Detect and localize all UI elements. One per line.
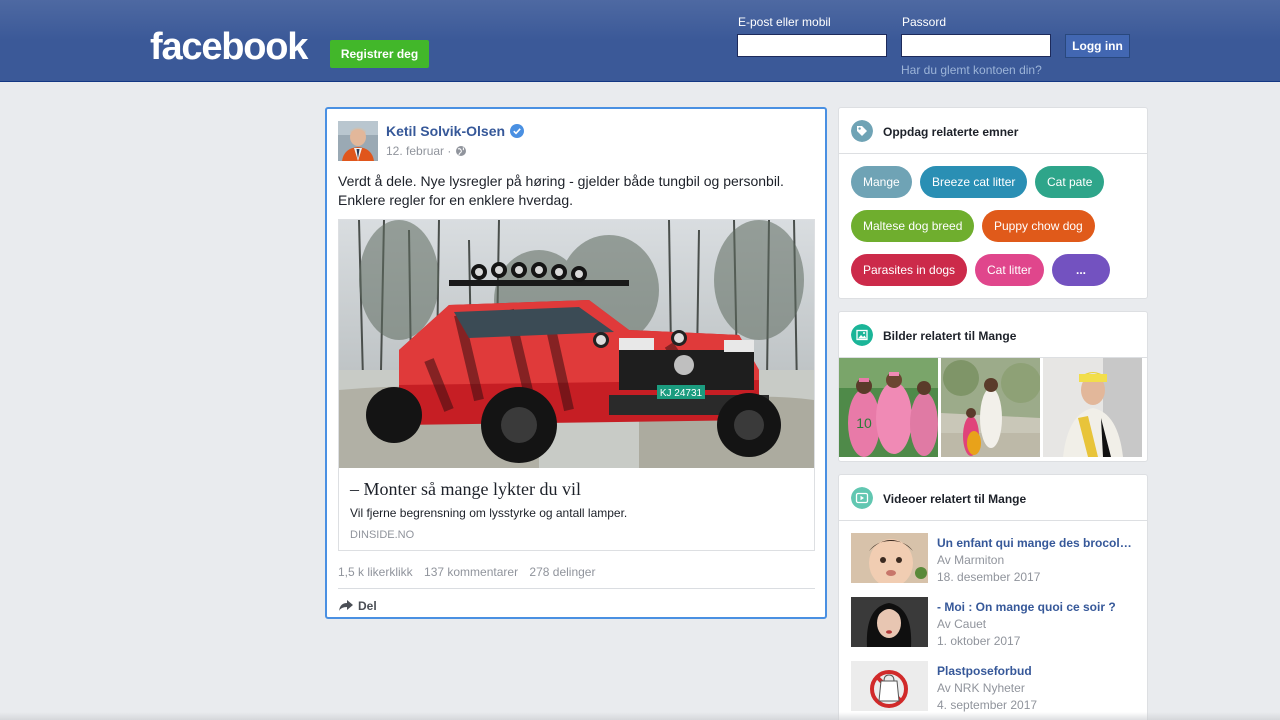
link-domain: DINSIDE.NO — [350, 529, 415, 541]
post-stats: 1,5 k likerklikk 137 kommentarer 278 del… — [338, 565, 603, 579]
shares-count[interactable]: 278 delinger — [529, 565, 595, 579]
facebook-logo[interactable]: facebook — [150, 27, 308, 67]
video-date: 4. september 2017 — [937, 698, 1038, 712]
related-videos-title: Videoer relatert til Mange — [883, 492, 1027, 506]
license-plate: KJ 24731 — [660, 388, 703, 399]
topic-pill[interactable]: Puppy chow dog — [982, 210, 1095, 242]
video-title[interactable]: Plastposeforbud — [937, 664, 1135, 678]
related-image[interactable] — [941, 358, 1040, 457]
share-arrow-icon — [339, 600, 353, 611]
forgot-account-link[interactable]: Har du glemt kontoen din? — [901, 63, 1042, 77]
related-topics-box: Oppdag relaterte emner Mange Breeze cat … — [838, 107, 1148, 299]
video-item[interactable]: Plastposeforbud Av NRK Nyheter 4. septem… — [851, 661, 1136, 713]
video-thumbnail[interactable] — [851, 597, 928, 647]
post-date[interactable]: 12. februar · — [386, 144, 451, 158]
email-input[interactable] — [737, 34, 887, 57]
likes-count[interactable]: 1,5 k likerklikk — [338, 565, 413, 579]
video-icon — [851, 487, 873, 509]
video-date: 1. oktober 2017 — [937, 634, 1021, 648]
topic-pill[interactable]: Cat pate — [1035, 166, 1105, 198]
related-videos-header: Videoer relatert til Mange — [839, 475, 1147, 521]
topic-pill[interactable]: Cat litter — [975, 254, 1044, 286]
video-source: Av Marmiton — [937, 553, 1005, 567]
related-topics-header: Oppdag relaterte emner — [839, 108, 1147, 154]
related-images-box: Bilder relatert til Mange 10 — [838, 311, 1148, 462]
more-topics-button[interactable]: ... — [1052, 254, 1110, 286]
topic-pill[interactable]: Maltese dog breed — [851, 210, 975, 242]
video-date: 18. desember 2017 — [937, 570, 1041, 584]
topic-pill[interactable]: Parasites in dogs — [851, 254, 968, 286]
related-images-title: Bilder relatert til Mange — [883, 329, 1017, 343]
link-title[interactable]: – Monter så mange lykter du vil — [350, 479, 581, 500]
related-image[interactable]: 10 — [839, 358, 938, 457]
video-title[interactable]: Un enfant qui mange des brocolis ... — [937, 536, 1135, 550]
password-input[interactable] — [901, 34, 1051, 57]
top-bar: facebook Registrer deg E-post eller mobi… — [0, 0, 1280, 82]
topic-pill[interactable]: Mange — [851, 166, 912, 198]
related-videos-box: Videoer relatert til Mange Un enfant qui… — [838, 474, 1148, 720]
topic-pill[interactable]: Breeze cat litter — [920, 166, 1028, 198]
related-images-header: Bilder relatert til Mange — [839, 312, 1147, 358]
image-icon — [851, 324, 873, 346]
post-card: Ketil Solvik-Olsen 12. februar · Verdt å… — [325, 107, 827, 619]
video-title[interactable]: - Moi : On mange quoi ce soir ? — [937, 600, 1135, 614]
link-preview-image[interactable]: KJ 24731 — [339, 220, 814, 468]
register-button[interactable]: Registrer deg — [330, 40, 429, 68]
related-topics-title: Oppdag relaterte emner — [883, 125, 1019, 139]
link-preview[interactable]: KJ 24731 – Monter så mange lykter du vil… — [338, 219, 815, 551]
video-source: Av NRK Nyheter — [937, 681, 1025, 695]
page-bottom-shadow — [0, 712, 1280, 720]
video-thumbnail[interactable] — [851, 533, 928, 583]
password-label: Passord — [902, 15, 947, 29]
video-source: Av Cauet — [937, 617, 987, 631]
author-avatar[interactable] — [338, 121, 378, 161]
link-description: Vil fjerne begrensning om lysstyrke og a… — [350, 506, 628, 520]
globe-icon — [456, 146, 466, 156]
email-label: E-post eller mobil — [738, 15, 831, 29]
divider — [338, 588, 815, 589]
login-button[interactable]: Logg inn — [1065, 34, 1130, 58]
comments-count[interactable]: 137 kommentarer — [424, 565, 518, 579]
author-name[interactable]: Ketil Solvik-Olsen — [386, 123, 505, 139]
video-item[interactable]: - Moi : On mange quoi ce soir ? Av Cauet… — [851, 597, 1136, 649]
verified-badge-icon — [510, 124, 524, 138]
share-label: Del — [358, 599, 377, 613]
svg-text:10: 10 — [856, 415, 872, 431]
video-item[interactable]: Un enfant qui mange des brocolis ... Av … — [851, 533, 1136, 585]
video-thumbnail[interactable] — [851, 661, 928, 711]
tag-icon — [851, 120, 873, 142]
related-image[interactable] — [1043, 358, 1142, 457]
post-text: Verdt å dele. Nye lysregler på høring - … — [338, 173, 784, 208]
